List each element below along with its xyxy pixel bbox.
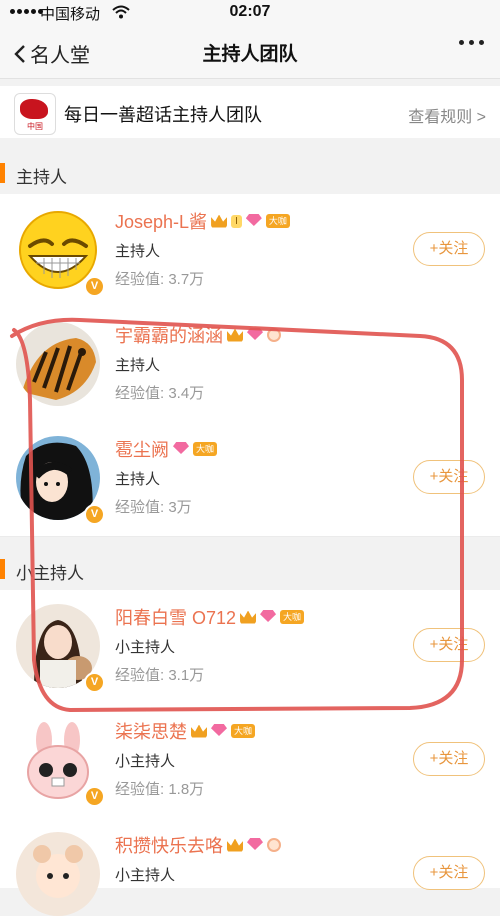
member-role: 小主持人 bbox=[115, 639, 176, 656]
diamond-icon bbox=[260, 610, 276, 624]
member-name-row: Joseph-L酱 I 大咖 bbox=[115, 208, 290, 234]
member-name-row: 柒柒思楚 大咖 bbox=[115, 718, 256, 744]
member-exp: 经验值: 3.1万 bbox=[115, 667, 205, 684]
diamond-icon bbox=[246, 214, 262, 228]
avatar[interactable] bbox=[16, 322, 100, 406]
big-fan-badge: 大咖 bbox=[265, 214, 290, 228]
diamond-icon bbox=[247, 838, 263, 852]
crown-icon bbox=[211, 214, 228, 228]
crown-icon bbox=[227, 838, 243, 852]
member-name[interactable]: 宇霸霸的涵涵 bbox=[115, 322, 223, 348]
member-name[interactable]: 积攒快乐去咯 bbox=[115, 832, 223, 858]
follow-button[interactable]: +关注 bbox=[413, 232, 485, 266]
verified-badge-icon: V bbox=[84, 276, 105, 297]
list-item[interactable]: V 柒柒思楚 大咖 小主持人 经验值: 1.8万 +关注 bbox=[0, 704, 500, 819]
view-rules-link[interactable]: 查看规则 > bbox=[408, 103, 486, 127]
follow-button[interactable]: +关注 bbox=[413, 460, 485, 494]
big-fan-badge: 大咖 bbox=[231, 724, 256, 738]
member-role: 小主持人 bbox=[115, 753, 176, 770]
list-item[interactable]: 宇霸霸的涵涵 主持人 经验值: 3.4万 bbox=[0, 308, 500, 423]
member-name[interactable]: 雹尘阙 bbox=[115, 436, 169, 462]
nav-bar: 名人堂 主持人团队 bbox=[0, 26, 500, 79]
team-banner[interactable]: 中国 每日一善超话主持人团队 查看规则 > bbox=[0, 86, 500, 138]
member-name[interactable]: 柒柒思楚 bbox=[115, 718, 187, 744]
member-exp: 经验值: 1.8万 bbox=[115, 781, 205, 798]
crown-icon bbox=[227, 328, 243, 342]
verified-badge-icon: V bbox=[84, 786, 105, 807]
list-item[interactable]: 积攒快乐去咯 小主持人 +关注 bbox=[0, 818, 500, 916]
verified-badge-icon: V bbox=[84, 504, 105, 525]
big-fan-badge: 大咖 bbox=[280, 610, 305, 624]
member-exp: 经验值: 3.4万 bbox=[115, 385, 205, 402]
diamond-icon bbox=[247, 328, 263, 342]
section-accent-bar bbox=[0, 559, 5, 579]
section-header-hosts: 主持人 bbox=[0, 152, 500, 194]
member-role: 主持人 bbox=[115, 243, 161, 260]
section-header-junior-hosts: 小主持人 bbox=[0, 548, 500, 590]
level-badge: I bbox=[231, 214, 242, 228]
member-role: 小主持人 bbox=[115, 867, 176, 884]
member-role: 主持人 bbox=[115, 357, 161, 374]
member-exp: 经验值: 3万 bbox=[115, 499, 192, 516]
list-item[interactable]: V 阳春白雪 O712 大咖 小主持人 经验值: 3.1万 +关注 bbox=[0, 590, 500, 705]
follow-button[interactable]: +关注 bbox=[413, 628, 485, 662]
list-item[interactable]: V Joseph-L酱 I 大咖 主持人 经验值: 3.7万 +关注 bbox=[0, 194, 500, 309]
big-fan-badge: 大咖 bbox=[193, 442, 218, 456]
member-role: 主持人 bbox=[115, 471, 161, 488]
crown-icon bbox=[191, 724, 207, 738]
flower-badge-icon bbox=[267, 328, 281, 342]
follow-button[interactable]: +关注 bbox=[413, 742, 485, 776]
crown-icon bbox=[240, 610, 257, 624]
status-bar: 中国移动 02:07 bbox=[0, 0, 500, 26]
list-item[interactable]: V 雹尘阙 大咖 主持人 经验值: 3万 +关注 bbox=[0, 422, 500, 537]
page-title: 主持人团队 bbox=[202, 44, 298, 65]
section-label: 主持人 bbox=[16, 168, 67, 187]
diamond-icon bbox=[173, 442, 189, 456]
member-name-row: 积攒快乐去咯 bbox=[115, 832, 281, 858]
follow-button[interactable]: +关注 bbox=[413, 856, 485, 890]
member-name-row: 阳春白雪 O712 大咖 bbox=[115, 604, 305, 630]
member-name-row: 雹尘阙 大咖 bbox=[115, 436, 218, 462]
section-label: 小主持人 bbox=[16, 564, 84, 583]
member-name[interactable]: Joseph-L酱 bbox=[115, 208, 207, 234]
diamond-icon bbox=[211, 724, 227, 738]
flag-caption: 中国 bbox=[27, 122, 43, 131]
member-name-row: 宇霸霸的涵涵 bbox=[115, 322, 281, 348]
more-options-icon[interactable] bbox=[459, 40, 484, 45]
member-exp: 经验值: 3.7万 bbox=[115, 271, 205, 288]
section-accent-bar bbox=[0, 163, 5, 183]
china-map-icon: 中国 bbox=[14, 93, 56, 135]
avatar[interactable] bbox=[16, 832, 100, 916]
flower-badge-icon bbox=[267, 838, 281, 852]
banner-title: 每日一善超话主持人团队 bbox=[64, 105, 262, 125]
member-name[interactable]: 阳春白雪 O712 bbox=[115, 604, 236, 630]
clock: 02:07 bbox=[229, 3, 271, 20]
verified-badge-icon: V bbox=[84, 672, 105, 693]
